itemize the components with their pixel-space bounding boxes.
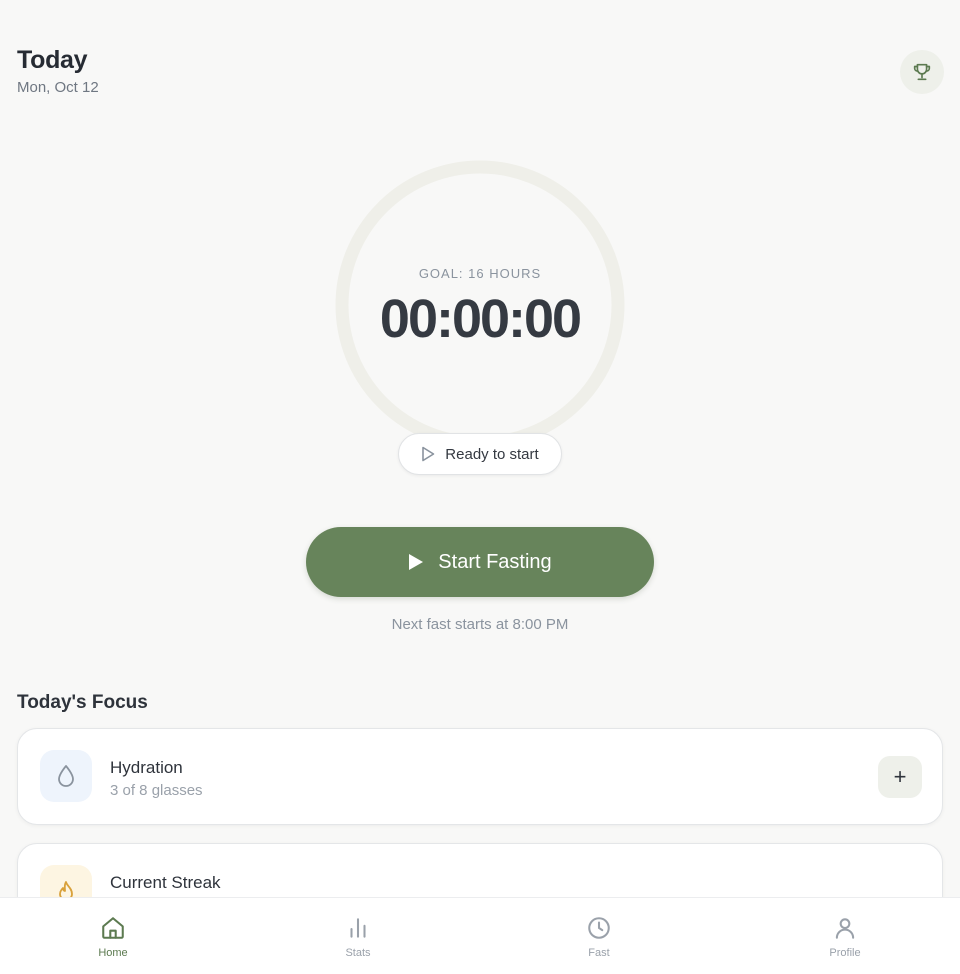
play-icon [409, 554, 424, 570]
nav-profile-label: Profile [829, 947, 861, 959]
trophy-icon [913, 63, 931, 81]
nav-home-label: Home [98, 947, 128, 959]
status-pill: Ready to start [398, 433, 562, 475]
nav-fast[interactable]: Fast [559, 915, 639, 959]
next-fast-info: Next fast starts at 8:00 PM [391, 616, 569, 633]
home-icon [102, 917, 124, 939]
nav-stats-label: Stats [345, 947, 371, 959]
bar-chart-icon [350, 918, 366, 938]
add-glass-button[interactable]: + [878, 756, 922, 798]
page-title: Today [17, 46, 88, 74]
nav-stats[interactable]: Stats [318, 915, 398, 959]
goal-label: GOAL: 16 HOURS [418, 266, 542, 281]
hydration-progress: 3 of 8 glasses [110, 782, 203, 799]
nav-profile[interactable]: Profile [805, 915, 885, 959]
nav-home[interactable]: Home [73, 915, 153, 959]
play-outline-icon [422, 446, 435, 462]
home-screen: Today Mon, Oct 12 GOAL: 16 HOURS 00:00:0… [0, 0, 960, 974]
nav-fast-label: Fast [588, 947, 610, 959]
achievements-button[interactable] [900, 50, 944, 94]
hydration-title: Hydration [110, 758, 183, 777]
water-drop-icon [58, 765, 74, 787]
page-header: Today Mon, Oct 12 [17, 46, 99, 96]
current-date: Mon, Oct 12 [17, 79, 99, 96]
timer-display: 00:00:00 [379, 289, 582, 349]
status-text: Ready to start [445, 445, 539, 463]
start-fasting-button[interactable]: Start Fasting [306, 527, 654, 597]
bottom-nav: Home Stats Fast Profile [0, 897, 960, 974]
start-fasting-label: Start Fasting [438, 550, 552, 573]
section-title-focus: Today's Focus [17, 692, 148, 713]
hydration-icon-tile [40, 750, 92, 802]
user-icon [835, 918, 855, 939]
clock-icon [588, 917, 610, 939]
streak-title: Current Streak [110, 873, 221, 892]
plus-icon: + [893, 764, 907, 789]
hydration-card[interactable]: Hydration 3 of 8 glasses + [17, 728, 943, 825]
